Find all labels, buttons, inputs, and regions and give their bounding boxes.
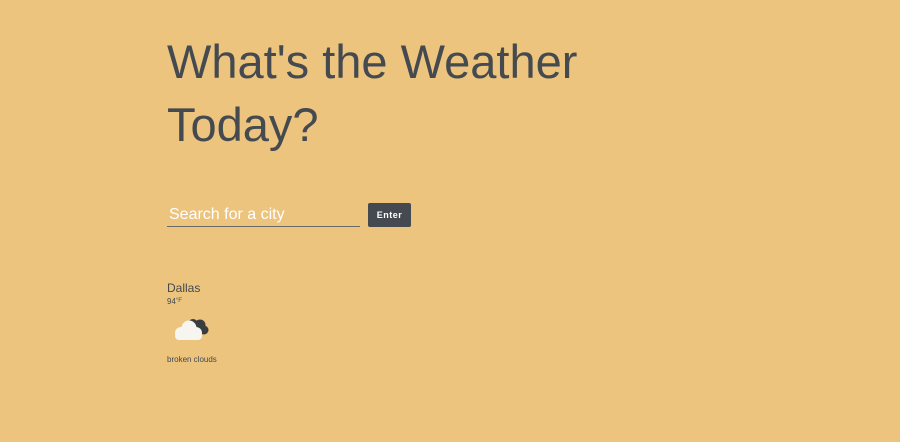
search-form: Enter [167,203,411,227]
enter-button[interactable]: Enter [368,203,411,227]
weather-page: What's the Weather Today? Enter Dallas 9… [0,0,900,442]
temperature-value: 94 [167,297,176,306]
city-name: Dallas [167,281,201,295]
city-search-input[interactable] [167,203,360,227]
page-title: What's the Weather Today? [167,35,578,151]
temperature-unit: °F [175,298,182,304]
weather-result: Dallas 94°F broken clouds [167,281,217,365]
temperature: 94°F [167,297,217,307]
broken-clouds-icon [175,319,209,340]
weather-description: broken clouds [167,355,217,364]
